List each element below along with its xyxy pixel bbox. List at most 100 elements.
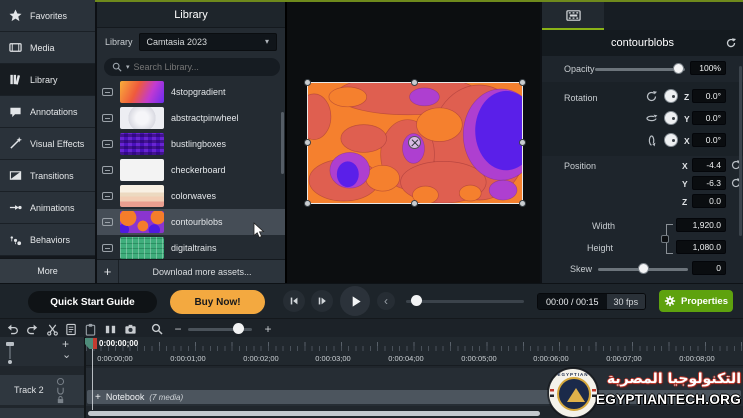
redo-button[interactable] [25, 322, 39, 336]
zoom-out-button[interactable]: − [171, 322, 185, 336]
sidebar-item-animations[interactable]: Animations [0, 192, 95, 223]
library-item-bustlingboxes[interactable]: bustlingboxes [97, 131, 285, 157]
rotate-x-icon[interactable] [645, 134, 658, 147]
aspect-lock-icon[interactable] [661, 235, 669, 243]
rotation-z-value[interactable]: 0.0° [692, 89, 726, 103]
reset-all-icon[interactable] [725, 37, 737, 49]
resize-handle-ne[interactable] [519, 79, 526, 86]
resize-handle-e[interactable] [519, 139, 526, 146]
timeline-ruler[interactable]: 0:00:00;00 0:00:01;00 0:00:02;00 0:00:03… [86, 337, 743, 366]
clip-icon [102, 88, 113, 96]
rotate-y-dial[interactable] [664, 111, 678, 125]
timeline-zoom-knob[interactable] [233, 323, 244, 334]
resize-handle-s[interactable] [411, 200, 418, 207]
position-y-value[interactable]: -6.3 [692, 176, 726, 190]
sidebar-item-library[interactable]: Library [0, 64, 95, 95]
rotation-anchor[interactable] [408, 136, 421, 149]
track-height-knob[interactable] [6, 342, 14, 346]
screenshot-button[interactable] [123, 322, 137, 336]
search-caret-icon[interactable]: ▾ [126, 64, 130, 71]
resize-handle-nw[interactable] [304, 79, 311, 86]
buy-now-button[interactable]: Buy Now! [170, 290, 265, 314]
track-lock-icon[interactable] [56, 395, 65, 404]
position-x-value[interactable]: -4.4 [692, 158, 726, 172]
horizontal-scrollbar[interactable] [88, 411, 540, 416]
position-axis-letter: X [682, 161, 688, 171]
paste-button[interactable] [83, 322, 97, 336]
sidebar-item-annotations[interactable]: Annotations [0, 96, 95, 127]
resize-handle-n[interactable] [411, 79, 418, 86]
clip-icon [102, 218, 113, 226]
loop-back-button[interactable]: ‹ [377, 292, 395, 310]
sidebar-item-visual-effects[interactable]: Visual Effects [0, 128, 95, 159]
track-1-header[interactable] [0, 408, 84, 418]
split-button[interactable] [103, 322, 117, 336]
tab-media-properties[interactable] [542, 2, 604, 30]
copy-button[interactable] [64, 322, 78, 336]
ruler-label: 0:00:04;00 [388, 354, 424, 363]
library-item-abstractpinwheel[interactable]: abstractpinwheel [97, 105, 285, 131]
undo-button[interactable] [5, 322, 19, 336]
opacity-slider-knob[interactable] [673, 63, 684, 74]
collapse-tracks-button[interactable]: ⌄ [62, 350, 71, 361]
preview-scrubber[interactable] [406, 300, 524, 303]
library-item-checkerboard[interactable]: checkerboard [97, 157, 285, 183]
skew-slider-knob[interactable] [638, 263, 649, 274]
search-input[interactable] [133, 62, 272, 72]
previous-frame-icon [290, 297, 298, 305]
fps-display[interactable]: 30 fps [606, 294, 646, 309]
thumbnail-contourblobs [120, 211, 164, 233]
previous-frame-button[interactable] [283, 290, 305, 312]
step-forward-button[interactable] [311, 290, 333, 312]
rotate-x-dial[interactable] [664, 133, 678, 147]
thumbnail-abstractpinwheel [120, 107, 164, 129]
library-add-button[interactable]: + [97, 260, 119, 283]
properties-scrollbar[interactable] [739, 66, 742, 236]
timeline-zoom-button[interactable] [150, 322, 164, 336]
undo-icon [7, 324, 18, 334]
track-2-header[interactable]: Track 2 [0, 375, 84, 405]
resize-handle-se[interactable] [519, 200, 526, 207]
sidebar-item-behaviors[interactable]: Behaviors [0, 224, 95, 255]
rotation-x-value[interactable]: 0.0° [692, 133, 726, 147]
height-value[interactable]: 1,080.0 [676, 240, 726, 254]
preview-scrubber-knob[interactable] [411, 295, 422, 306]
selected-media-contourblobs[interactable] [304, 79, 526, 207]
zoom-in-button[interactable]: + [261, 322, 275, 336]
width-value[interactable]: 1,920.0 [676, 218, 726, 232]
cut-button[interactable] [45, 322, 59, 336]
download-more-assets-link[interactable]: Download more assets... [119, 267, 285, 277]
track-magnet-icon[interactable] [56, 386, 65, 395]
time-display[interactable]: 00:00 / 00:15 [538, 294, 607, 309]
resize-handle-w[interactable] [304, 139, 311, 146]
properties-button[interactable]: Properties [659, 290, 733, 312]
rotate-z-icon[interactable] [645, 90, 658, 103]
library-item-name: checkerboard [171, 165, 226, 175]
playhead-line[interactable] [92, 349, 93, 410]
play-button[interactable] [340, 286, 370, 316]
library-search[interactable]: ▾ [104, 58, 280, 76]
track-disable-icon[interactable] [56, 377, 65, 386]
quick-start-guide-button[interactable]: Quick Start Guide [28, 291, 157, 313]
opacity-value[interactable]: 100% [690, 61, 726, 75]
rotate-z-dial[interactable] [664, 89, 678, 103]
sidebar-more-button[interactable]: More [0, 258, 95, 283]
position-z-value[interactable]: 0.0 [692, 194, 726, 208]
timeline-toolbar: − + [0, 318, 743, 337]
library-item-colorwaves[interactable]: colorwaves [97, 183, 285, 209]
library-item-name: abstractpinwheel [171, 113, 239, 123]
group-name: Notebook [105, 392, 145, 402]
sidebar-item-favorites[interactable]: Favorites [0, 0, 95, 31]
library-item-4stopgradient[interactable]: 4stopgradient [97, 79, 285, 105]
sidebar-item-transitions[interactable]: Transitions [0, 160, 95, 191]
opacity-slider[interactable] [595, 68, 685, 71]
rotation-y-value[interactable]: 0.0° [692, 111, 726, 125]
sidebar-item-media[interactable]: Media [0, 32, 95, 63]
resize-handle-sw[interactable] [304, 200, 311, 207]
rotate-y-icon[interactable] [645, 112, 658, 125]
playhead-red-marker[interactable] [93, 338, 97, 349]
editing-canvas[interactable] [285, 2, 540, 283]
skew-value[interactable]: 0 [692, 261, 726, 275]
library-scrollbar[interactable] [281, 112, 284, 174]
library-select-dropdown[interactable]: Camtasia 2023 ▾ [138, 33, 277, 51]
